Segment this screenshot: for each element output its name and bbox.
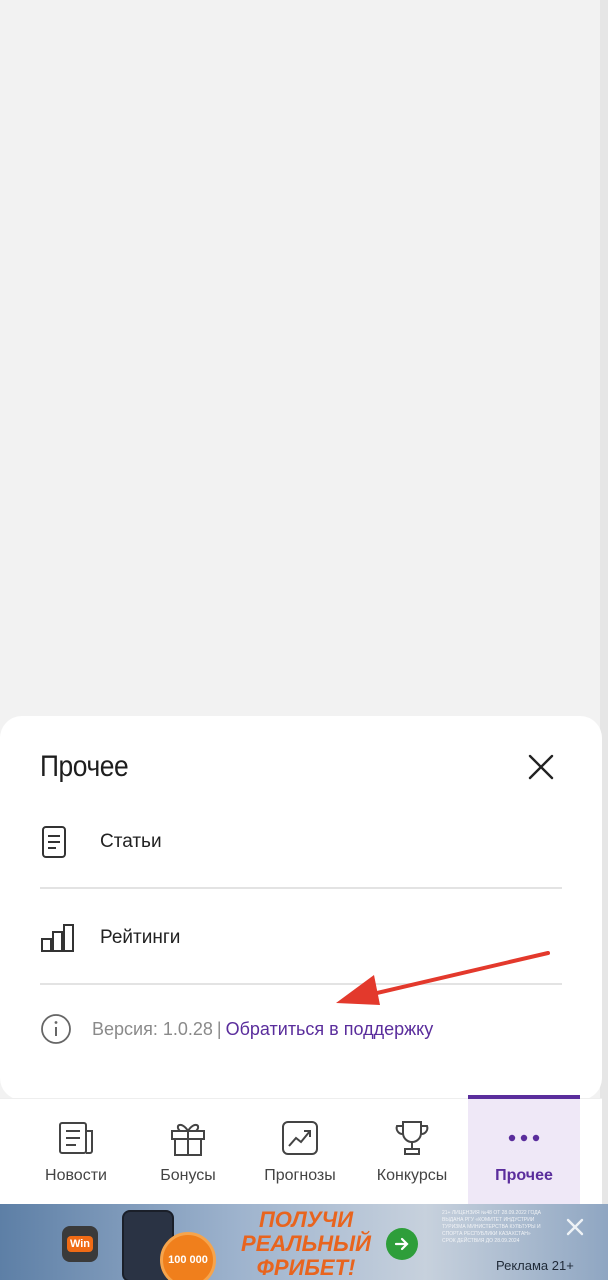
ad-logo-text: Win: [66, 1236, 94, 1252]
menu-item-label: Рейтинги: [100, 927, 181, 948]
close-icon: [566, 1218, 584, 1236]
tab-forecasts[interactable]: Прогнозы: [244, 1099, 356, 1205]
ad-coin-text: 100 000: [168, 1254, 208, 1266]
tab-label: Новости: [45, 1167, 107, 1184]
more-dots-icon: [508, 1134, 540, 1142]
article-icon: [40, 822, 80, 862]
divider: [40, 983, 562, 985]
menu-item-label: Статьи: [100, 831, 162, 852]
ad-fine-print: 21+ ЛИЦЕНЗИЯ №48 ОТ 28.09.2022 ГОДА ВЫДА…: [442, 1210, 541, 1244]
tab-news[interactable]: Новости: [20, 1099, 132, 1205]
ad-go-button[interactable]: [386, 1228, 418, 1260]
menu-item-ratings[interactable]: Рейтинги: [40, 906, 562, 970]
close-button[interactable]: [524, 750, 558, 784]
scroll-edge: [600, 0, 608, 1280]
version-text: Версия: 1.0.28: [92, 1018, 213, 1039]
tab-bonuses[interactable]: Бонусы: [132, 1099, 244, 1205]
tab-label: Бонусы: [160, 1167, 216, 1184]
separator: |: [216, 1018, 222, 1039]
tab-label: Прогнозы: [264, 1167, 336, 1184]
ad-coin-image: 100 000: [160, 1232, 216, 1280]
support-link[interactable]: Обратиться в поддержку: [226, 1019, 434, 1040]
news-icon: [59, 1122, 93, 1154]
menu-item-articles[interactable]: Статьи: [40, 810, 562, 874]
ratings-icon: [40, 918, 80, 958]
chart-trend-icon: [282, 1121, 318, 1155]
ad-logo: Win: [62, 1226, 98, 1262]
info-icon: [41, 1014, 71, 1044]
bottom-tab-bar: Новости Бонусы Прогнозы Конкурсы Прочее: [0, 1095, 602, 1205]
arrow-right-icon: [394, 1237, 409, 1251]
tab-label: Конкурсы: [376, 1167, 448, 1184]
tab-contests[interactable]: Конкурсы: [356, 1099, 468, 1205]
close-icon: [528, 754, 554, 780]
tab-more[interactable]: Прочее: [468, 1095, 580, 1205]
version-row: Версия: 1.0.28 | Обратиться в поддержку: [40, 1012, 433, 1046]
ad-close-button[interactable]: [562, 1214, 588, 1240]
trophy-icon: [395, 1121, 429, 1155]
ad-headline: Получи реальный фрибет!: [241, 1207, 371, 1280]
tab-label: Прочее: [495, 1167, 553, 1184]
gift-icon: [171, 1124, 205, 1156]
sheet-title: Прочее: [40, 750, 129, 783]
divider: [40, 887, 562, 889]
ad-mark: Реклама 21+: [496, 1258, 574, 1273]
